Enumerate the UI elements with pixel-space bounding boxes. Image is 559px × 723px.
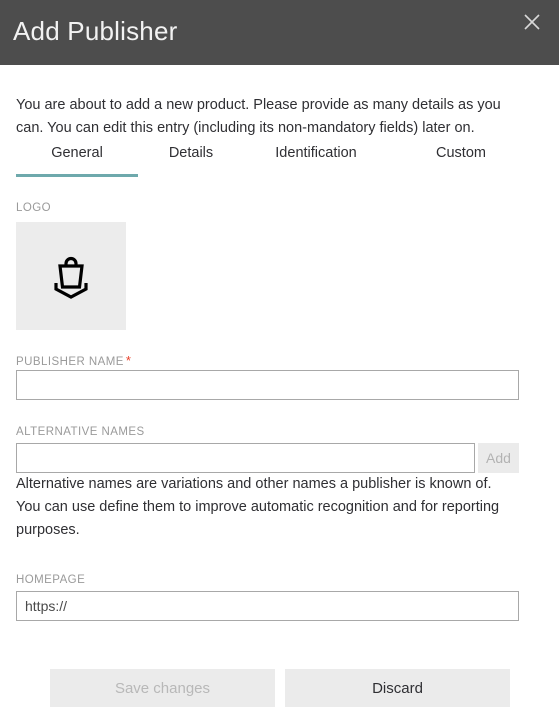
tab-details-label: Details [168,145,214,161]
tab-details[interactable]: Details [146,145,236,177]
alternative-names-label: ALTERNATIVE NAMES [16,426,145,438]
dialog-body: You are about to add a new product. Plea… [0,65,559,723]
tab-general-label: General [51,145,103,161]
alternative-names-input[interactable] [16,443,475,473]
homepage-input[interactable] [16,591,519,621]
tab-custom-label: Custom [436,145,486,161]
logo-upload-box[interactable] [16,222,126,330]
publisher-name-label: PUBLISHER NAME * [16,353,131,368]
publisher-name-input[interactable] [16,370,519,400]
tab-bar: General Details Identification Custom [16,145,536,177]
intro-text: You are about to add a new product. Plea… [16,97,501,136]
tab-general[interactable]: General [16,145,138,177]
discard-button[interactable]: Discard [285,669,510,707]
shopping-bag-upload-icon [45,250,97,302]
close-icon[interactable] [521,11,543,33]
alternative-names-help-text: Alternative names are variations and oth… [16,476,500,538]
logo-label: LOGO [16,202,52,214]
page-title: Add Publisher [13,16,178,46]
publisher-name-label-text: PUBLISHER NAME [16,356,124,368]
dialog-header: Add Publisher [0,0,559,65]
add-alternative-name-button[interactable]: Add [478,443,519,473]
tab-identification[interactable]: Identification [248,145,384,177]
save-changes-button[interactable]: Save changes [50,669,275,707]
tab-identification-label: Identification [275,145,357,161]
homepage-label: HOMEPAGE [16,574,86,586]
required-indicator: * [125,353,132,368]
tab-custom[interactable]: Custom [416,145,506,177]
